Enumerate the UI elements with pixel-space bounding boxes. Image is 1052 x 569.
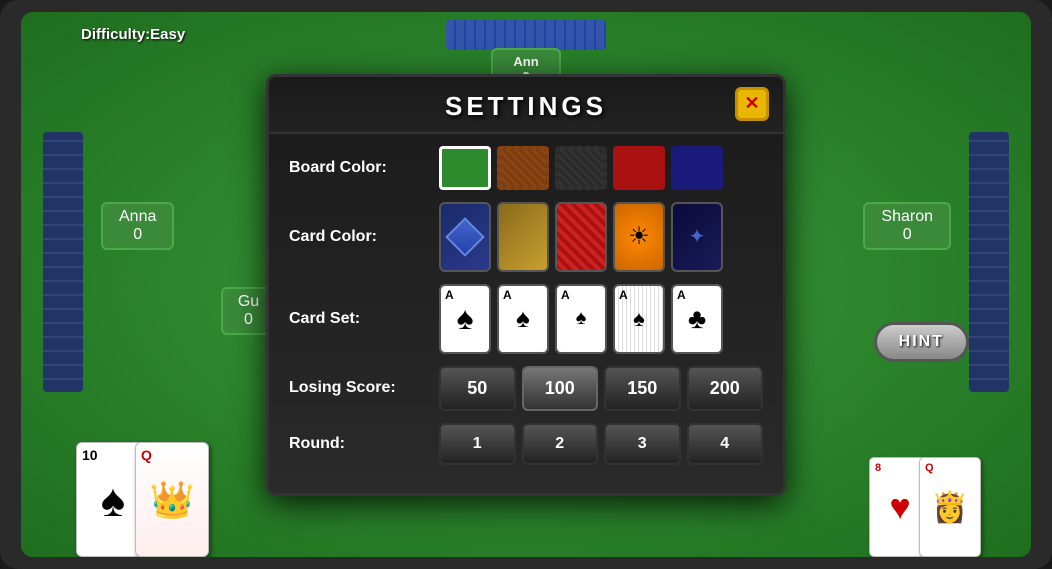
score-200[interactable]: 200 [687,366,764,411]
losing-score-label: Losing Score: [289,379,439,397]
card-set-4[interactable]: A ♠ [613,284,665,354]
device-frame: Difficulty:Easy Ann 0 Anna 0 Sharon 0 Gu… [0,0,1052,569]
round-3[interactable]: 3 [604,423,681,465]
spade-icon: ♠ [633,306,645,332]
color-swatch-red[interactable] [613,146,665,190]
spade-icon: ♠ [576,307,587,330]
card-set-5[interactable]: A ♣ [671,284,723,354]
spade-icon: ♠ [516,303,530,334]
modal-overlay: SETTINGS ✕ Board Color: [21,12,1031,557]
spade-icon: ♠ [457,300,474,337]
card-set-label: Card Set: [289,310,439,328]
color-swatch-navy[interactable] [671,146,723,190]
card-color-gold[interactable] [497,202,549,272]
modal-title: SETTINGS [289,91,763,122]
card-color-orange[interactable]: ☀ [613,202,665,272]
card-set-options: A ♠ A ♠ A ♠ [439,284,763,354]
card-color-label: Card Color: [289,228,439,246]
color-swatch-brown[interactable] [497,146,549,190]
card-color-navy[interactable]: ✦ [671,202,723,272]
card-set-2[interactable]: A ♠ [497,284,549,354]
modal-header: SETTINGS ✕ [269,77,783,134]
card-color-row: Card Color: ☀ [289,202,763,272]
card-color-red[interactable] [555,202,607,272]
score-100[interactable]: 100 [522,366,599,411]
rank-label: A [561,288,570,302]
settings-modal: SETTINGS ✕ Board Color: [266,74,786,496]
board-color-options [439,146,763,190]
round-options: 1 2 3 4 [439,423,763,465]
card-set-1[interactable]: A ♠ [439,284,491,354]
sun-icon: ☀ [628,222,650,251]
round-row: Round: 1 2 3 4 [289,423,763,465]
rank-label: A [503,288,512,302]
score-50[interactable]: 50 [439,366,516,411]
game-background: Difficulty:Easy Ann 0 Anna 0 Sharon 0 Gu… [21,12,1031,557]
color-swatch-dark[interactable] [555,146,607,190]
losing-score-options: 50 100 150 200 [439,366,763,411]
diamond-shape [445,217,485,257]
rank-label: A [677,288,686,302]
losing-score-row: Losing Score: 50 100 150 200 [289,366,763,411]
rank-label: A [445,288,454,302]
board-color-row: Board Color: [289,146,763,190]
board-color-label: Board Color: [289,159,439,177]
club-icon: ♣ [688,303,706,335]
round-2[interactable]: 2 [522,423,599,465]
rank-label: A [619,288,628,302]
close-button[interactable]: ✕ [735,87,769,121]
card-color-blue[interactable] [439,202,491,272]
round-label: Round: [289,435,439,453]
color-swatch-green[interactable] [439,146,491,190]
round-4[interactable]: 4 [687,423,764,465]
card-set-row: Card Set: A ♠ A ♠ [289,284,763,354]
card-set-3[interactable]: A ♠ [555,284,607,354]
round-1[interactable]: 1 [439,423,516,465]
score-150[interactable]: 150 [604,366,681,411]
modal-body: Board Color: Card Color: [269,134,783,493]
star-icon: ✦ [689,224,706,249]
card-color-options: ☀ ✦ [439,202,763,272]
